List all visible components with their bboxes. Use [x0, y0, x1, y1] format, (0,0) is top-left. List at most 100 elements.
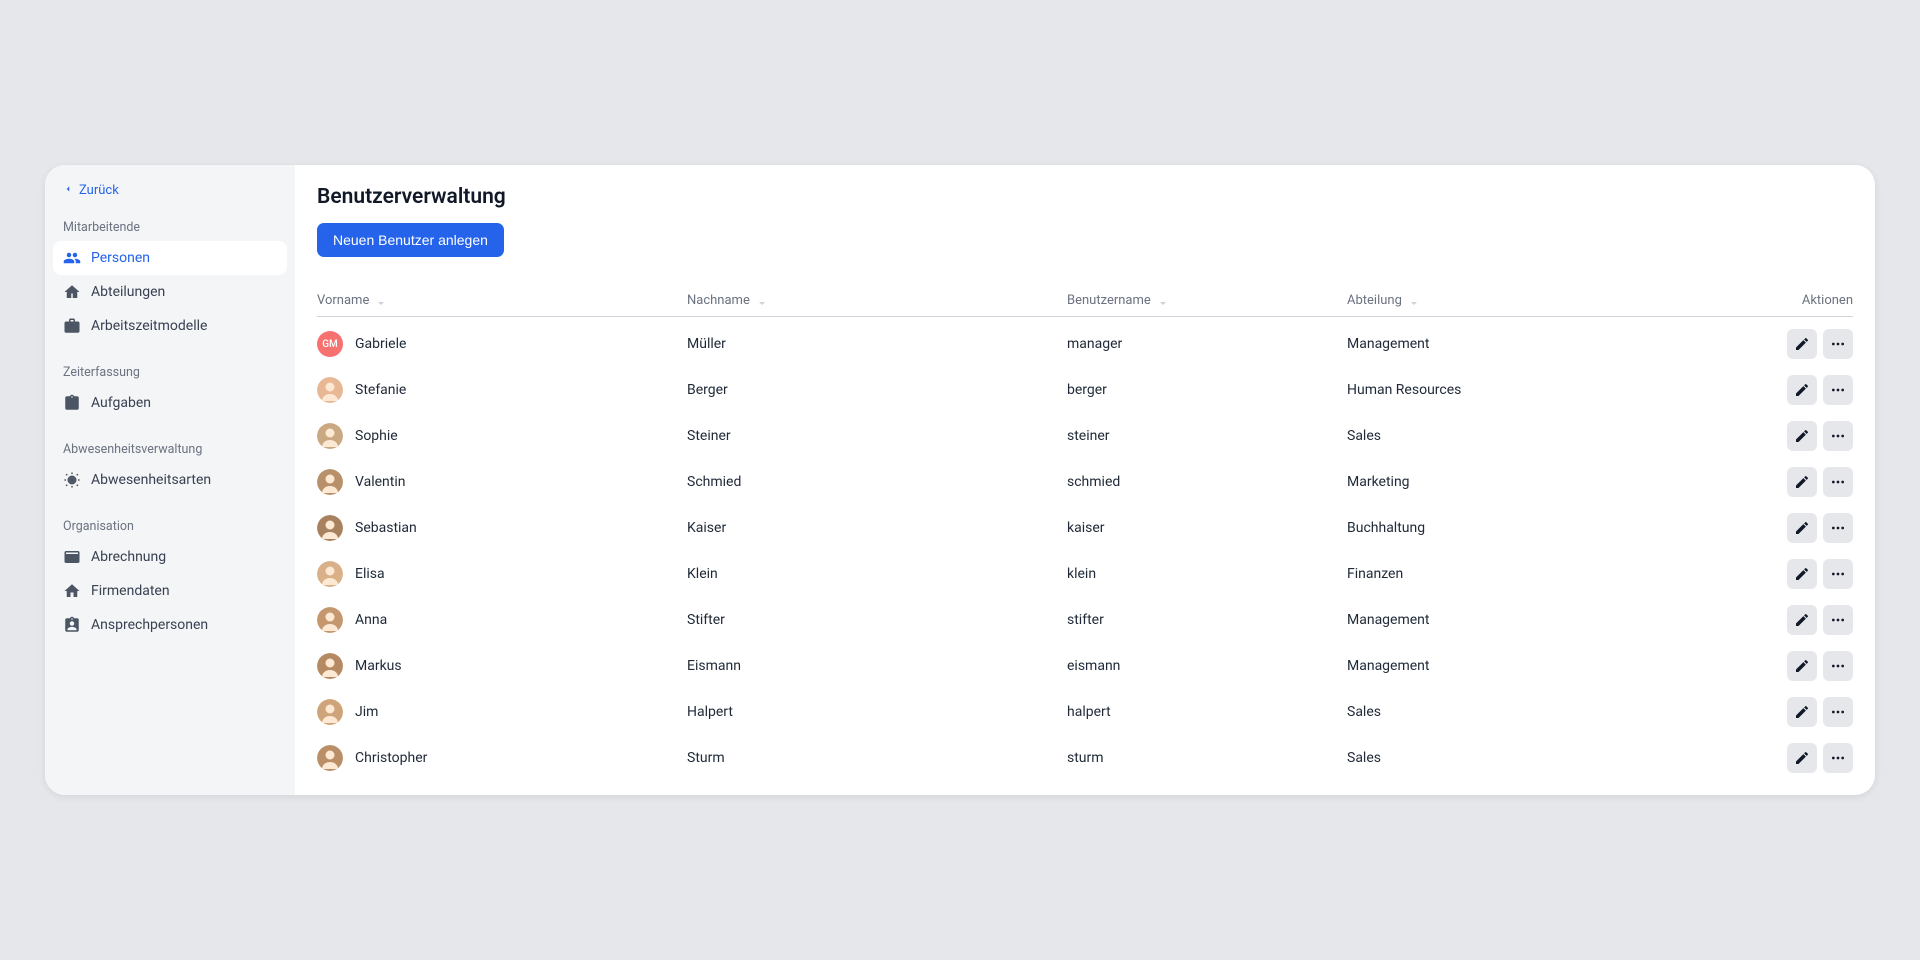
- avatar: [317, 423, 343, 449]
- cell-vorname: Elisa: [317, 561, 687, 587]
- main-content: Benutzerverwaltung Neuen Benutzer anlege…: [295, 165, 1875, 795]
- table-row: ElisaKleinkleinFinanzen: [317, 551, 1853, 597]
- col-aktionen: Aktionen: [1753, 293, 1853, 308]
- edit-button[interactable]: [1787, 467, 1817, 497]
- cell-nachname: Halpert: [687, 704, 1067, 720]
- edit-button[interactable]: [1787, 421, 1817, 451]
- cell-vorname: Valentin: [317, 469, 687, 495]
- sidebar-item-label: Aufgaben: [91, 395, 151, 411]
- edit-button[interactable]: [1787, 329, 1817, 359]
- col-abteilung[interactable]: Abteilung: [1347, 293, 1753, 308]
- more-button[interactable]: [1823, 467, 1853, 497]
- vorname-text: Stefanie: [355, 382, 406, 398]
- cell-vorname: Anna: [317, 607, 687, 633]
- cell-actions: [1753, 421, 1853, 451]
- avatar: [317, 699, 343, 725]
- more-button[interactable]: [1823, 375, 1853, 405]
- sun-icon: [63, 471, 81, 489]
- col-benutzername[interactable]: Benutzername: [1067, 293, 1347, 308]
- sidebar-item-abteilungen[interactable]: Abteilungen: [53, 275, 287, 309]
- table-row: SophieSteinersteinerSales: [317, 413, 1853, 459]
- more-button[interactable]: [1823, 743, 1853, 773]
- cell-abteilung: Management: [1347, 336, 1753, 352]
- cell-actions: [1753, 375, 1853, 405]
- sidebar-item-label: Abrechnung: [91, 549, 166, 565]
- more-button[interactable]: [1823, 559, 1853, 589]
- cell-abteilung: Human Resources: [1347, 382, 1753, 398]
- cell-vorname: Stefanie: [317, 377, 687, 403]
- cell-abteilung: Sales: [1347, 704, 1753, 720]
- edit-button[interactable]: [1787, 375, 1817, 405]
- sidebar-item-abrechnung[interactable]: Abrechnung: [53, 540, 287, 574]
- vorname-text: Markus: [355, 658, 402, 674]
- table-row: GMGabrieleMüllermanagerManagement: [317, 321, 1853, 367]
- cell-nachname: Eismann: [687, 658, 1067, 674]
- cell-benutzername: berger: [1067, 382, 1347, 398]
- more-button[interactable]: [1823, 513, 1853, 543]
- back-label: Zurück: [79, 183, 119, 198]
- sidebar-item-arbeitszeitmodelle[interactable]: Arbeitszeitmodelle: [53, 309, 287, 343]
- cell-vorname: Sebastian: [317, 515, 687, 541]
- col-label: Nachname: [687, 293, 750, 308]
- vorname-text: Gabriele: [355, 336, 406, 352]
- more-button[interactable]: [1823, 329, 1853, 359]
- more-button[interactable]: [1823, 421, 1853, 451]
- sidebar-item-personen[interactable]: Personen: [53, 241, 287, 275]
- vorname-text: Christopher: [355, 750, 427, 766]
- col-label: Vorname: [317, 293, 369, 308]
- table-row: StefanieBergerbergerHuman Resources: [317, 367, 1853, 413]
- vorname-text: Elisa: [355, 566, 385, 582]
- clipboard-icon: [63, 394, 81, 412]
- user-table: Vorname Nachname Benutzername Abteilung …: [317, 293, 1853, 781]
- more-button[interactable]: [1823, 605, 1853, 635]
- col-label: Abteilung: [1347, 293, 1402, 308]
- table-row: Valentin SchmiedschmiedMarketing: [317, 459, 1853, 505]
- more-button[interactable]: [1823, 651, 1853, 681]
- cell-abteilung: Marketing: [1347, 474, 1753, 490]
- cell-abteilung: Sales: [1347, 750, 1753, 766]
- cell-benutzername: kaiser: [1067, 520, 1347, 536]
- sidebar-item-abwesenheitsarten[interactable]: Abwesenheitsarten: [53, 463, 287, 497]
- sort-icon: [756, 295, 768, 307]
- cell-vorname: Sophie: [317, 423, 687, 449]
- page-title: Benutzerverwaltung: [317, 185, 1853, 209]
- sidebar-item-aufgaben[interactable]: Aufgaben: [53, 386, 287, 420]
- cell-nachname: Sturm: [687, 750, 1067, 766]
- cell-abteilung: Sales: [1347, 428, 1753, 444]
- col-vorname[interactable]: Vorname: [317, 293, 687, 308]
- edit-button[interactable]: [1787, 743, 1817, 773]
- cell-nachname: Schmied: [687, 474, 1067, 490]
- vorname-text: Anna: [355, 612, 387, 628]
- sidebar: Zurück Mitarbeitende Personen Abteilunge…: [45, 165, 295, 795]
- edit-button[interactable]: [1787, 697, 1817, 727]
- more-button[interactable]: [1823, 697, 1853, 727]
- edit-button[interactable]: [1787, 513, 1817, 543]
- people-icon: [63, 249, 81, 267]
- cell-benutzername: klein: [1067, 566, 1347, 582]
- cell-actions: [1753, 697, 1853, 727]
- sidebar-item-firmendaten[interactable]: Firmendaten: [53, 574, 287, 608]
- avatar: [317, 377, 343, 403]
- cell-actions: [1753, 605, 1853, 635]
- building-icon: [63, 283, 81, 301]
- col-nachname[interactable]: Nachname: [687, 293, 1067, 308]
- sidebar-item-label: Ansprechpersonen: [91, 617, 208, 633]
- sidebar-item-ansprechpersonen[interactable]: Ansprechpersonen: [53, 608, 287, 642]
- cell-benutzername: schmied: [1067, 474, 1347, 490]
- edit-button[interactable]: [1787, 651, 1817, 681]
- cell-actions: [1753, 513, 1853, 543]
- cell-nachname: Klein: [687, 566, 1067, 582]
- edit-button[interactable]: [1787, 605, 1817, 635]
- new-user-button[interactable]: Neuen Benutzer anlegen: [317, 223, 504, 257]
- card-icon: [63, 548, 81, 566]
- back-link[interactable]: Zurück: [53, 177, 287, 204]
- edit-button[interactable]: [1787, 559, 1817, 589]
- cell-benutzername: sturm: [1067, 750, 1347, 766]
- cell-benutzername: eismann: [1067, 658, 1347, 674]
- sidebar-item-label: Abteilungen: [91, 284, 165, 300]
- sidebar-item-label: Abwesenheitsarten: [91, 472, 211, 488]
- table-row: AnnaStifterstifterManagement: [317, 597, 1853, 643]
- cell-nachname: Stifter: [687, 612, 1067, 628]
- avatar: [317, 469, 343, 495]
- vorname-text: Valentin: [355, 474, 406, 490]
